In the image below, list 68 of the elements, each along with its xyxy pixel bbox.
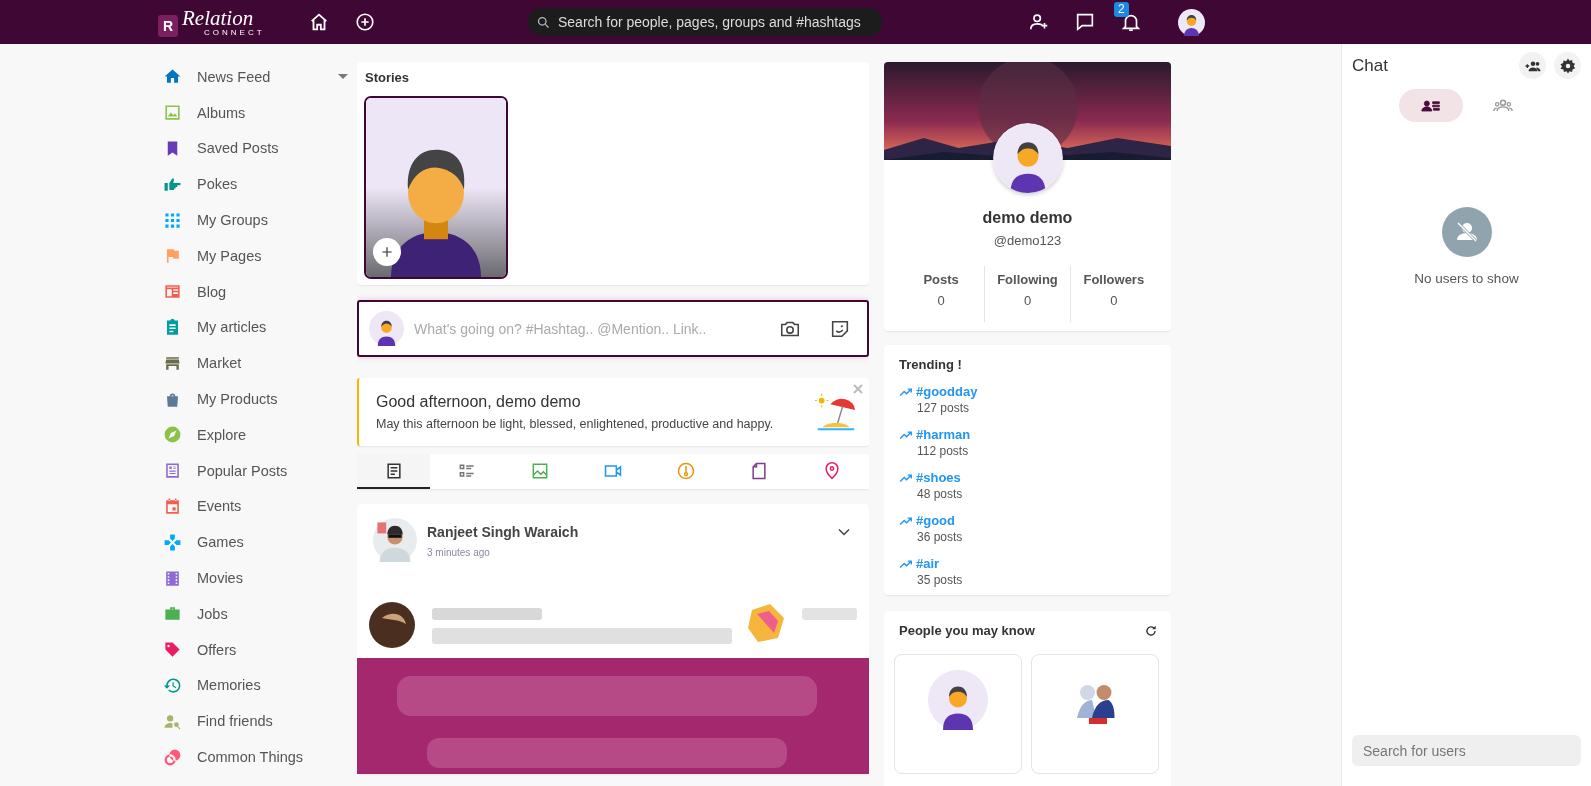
refresh-icon[interactable]: [1144, 623, 1158, 638]
stat-label: Followers: [1083, 272, 1145, 287]
sidebar-item[interactable]: Offers: [163, 631, 348, 668]
sidebar-item[interactable]: Find friends: [163, 703, 348, 740]
sidebar-item[interactable]: My Products: [163, 381, 348, 417]
stat-value: 0: [1023, 293, 1032, 308]
stat-label: Following: [997, 272, 1058, 287]
logo-mark[interactable]: R: [158, 15, 178, 37]
sidebar-item[interactable]: Games: [163, 524, 348, 561]
profile-name[interactable]: demo demo: [982, 209, 1073, 227]
home-icon[interactable]: [308, 11, 330, 33]
plus-icon: [380, 245, 394, 259]
avatar[interactable]: [364, 96, 508, 279]
sidebar-item[interactable]: My Pages: [163, 238, 348, 274]
sidebar-item[interactable]: Pokes: [163, 166, 348, 203]
logo-subtext: CONNECT: [204, 28, 265, 37]
message-icon[interactable]: [1074, 11, 1096, 33]
trending-title: Trending !: [899, 357, 963, 372]
greeting-message: May this afternoon be light, blessed, enlightened, productive and happy.: [376, 417, 775, 431]
post-author[interactable]: Ranjeet Singh Waraich: [427, 524, 834, 540]
post-count: 48 posts: [917, 487, 964, 501]
sidebar-item[interactable]: My Groups: [163, 202, 348, 238]
settings-button[interactable]: [1554, 52, 1581, 79]
people-title: People you may know: [899, 623, 1035, 638]
stat-label: Posts: [923, 272, 959, 287]
post-count: 35 posts: [917, 573, 964, 587]
stat-value: 0: [1110, 293, 1118, 308]
caret-icon[interactable]: [338, 73, 348, 80]
sidebar-item[interactable]: Blog: [163, 273, 348, 310]
avatar: [369, 311, 404, 346]
search-field[interactable]: Search for users: [1352, 735, 1581, 766]
sidebar-item[interactable]: Albums: [163, 94, 348, 131]
sidebar-item[interactable]: Saved Posts: [163, 130, 348, 167]
sidebar-item[interactable]: News Feed: [163, 59, 348, 95]
add-group-button[interactable]: [1519, 52, 1546, 79]
settings-icon: [1558, 56, 1577, 75]
greeting-title: Good afternoon, demo demo: [376, 393, 582, 411]
no-users-icon: [1441, 207, 1492, 257]
avatar[interactable]: [992, 123, 1063, 193]
empty-message: No users to show: [1414, 271, 1519, 286]
add-icon[interactable]: [354, 11, 376, 33]
profile-handle: @demo123: [993, 233, 1062, 248]
search-field[interactable]: Search for people, pages, groups and #hashtags: [528, 8, 882, 36]
sidebar-item[interactable]: Common Things: [163, 739, 348, 775]
stories-title: Stories: [365, 70, 411, 85]
contacts-tab[interactable]: [1398, 89, 1463, 122]
post-count: 112 posts: [917, 444, 970, 458]
search-icon: [536, 14, 551, 30]
avatar: [928, 670, 988, 730]
post-count: 127 posts: [917, 401, 971, 415]
sidebar-item[interactable]: Movies: [163, 560, 348, 596]
person-card[interactable]: [1031, 654, 1159, 774]
post-count: 36 posts: [917, 530, 964, 544]
sidebar-item[interactable]: Popular Posts: [163, 452, 348, 489]
sidebar-item[interactable]: Jobs: [163, 595, 348, 632]
chat-title: Chat: [1352, 55, 1389, 76]
beach-umbrella-icon: [815, 392, 857, 432]
stat-value: 0: [937, 293, 945, 308]
post-time: 3 minutes ago: [427, 547, 491, 558]
notification-badge: 2: [1114, 2, 1129, 17]
sidebar-item[interactable]: Memories: [163, 667, 348, 704]
avatar[interactable]: [1178, 8, 1205, 36]
person-card[interactable]: [894, 654, 1022, 774]
sidebar-item[interactable]: Events: [163, 488, 348, 525]
sidebar-item[interactable]: Explore: [163, 416, 348, 453]
sidebar-item[interactable]: Market: [163, 345, 348, 382]
sidebar-item[interactable]: My articles: [163, 309, 348, 346]
logo-text[interactable]: Relation: [182, 7, 265, 29]
